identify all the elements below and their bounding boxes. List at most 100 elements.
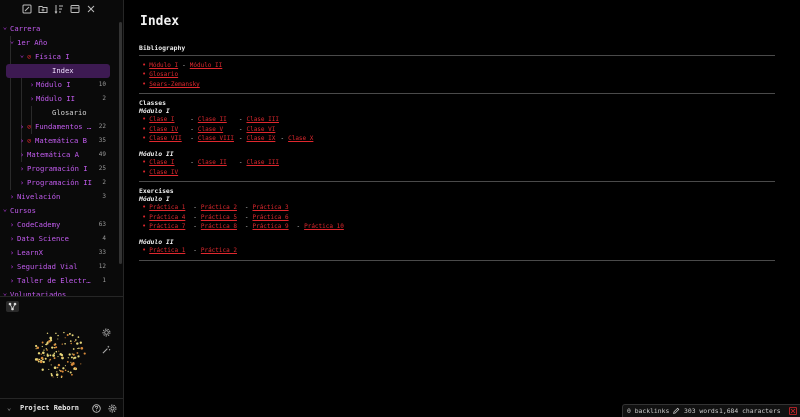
internal-link[interactable]: Práctica 9 xyxy=(252,222,292,231)
internal-link[interactable]: Práctica 1 xyxy=(149,203,189,212)
chevron-down-icon[interactable]: ⌄ xyxy=(1,202,9,216)
graph-node[interactable] xyxy=(71,334,74,337)
graph-node[interactable] xyxy=(80,346,84,350)
internal-link[interactable]: Clase II xyxy=(198,158,235,167)
graph-node[interactable] xyxy=(66,334,69,336)
backlinks-count[interactable]: 0 backlinks xyxy=(627,407,669,415)
graph-node[interactable] xyxy=(43,354,45,356)
graph-node[interactable] xyxy=(61,343,63,345)
internal-link[interactable]: Práctica 5 xyxy=(201,213,241,222)
graph-node[interactable] xyxy=(49,358,52,361)
graph-node[interactable] xyxy=(49,354,52,357)
tree-folder[interactable]: › Taller de Electrón… 1 xyxy=(0,274,118,288)
internal-link[interactable]: Clase IV xyxy=(149,125,186,134)
graph-node[interactable] xyxy=(72,362,75,365)
graph-node[interactable] xyxy=(76,352,79,354)
internal-link[interactable]: Clase X xyxy=(288,134,313,143)
internal-link[interactable]: Práctica 3 xyxy=(252,203,288,212)
graph-node[interactable] xyxy=(76,342,79,345)
chevron-down-icon[interactable]: ⌄ xyxy=(1,286,9,296)
internal-link[interactable]: Práctica 1 xyxy=(149,246,189,255)
tree-folder[interactable]: › LearnX 33 xyxy=(0,246,118,260)
chevron-right-icon[interactable]: › xyxy=(18,162,26,176)
graph-node[interactable] xyxy=(79,341,82,344)
graph-node[interactable] xyxy=(72,353,75,356)
graph-node[interactable] xyxy=(61,370,64,373)
gear-icon[interactable] xyxy=(101,327,112,338)
graph-node[interactable] xyxy=(46,332,49,335)
graph-node[interactable] xyxy=(73,356,75,359)
internal-link[interactable]: Glosario xyxy=(149,70,178,79)
sort-icon[interactable] xyxy=(54,4,64,14)
graph-node[interactable] xyxy=(45,348,47,350)
graph-node[interactable] xyxy=(55,350,58,353)
internal-link[interactable]: Módulo I xyxy=(149,61,178,70)
graph-node[interactable] xyxy=(49,336,53,340)
tree-folder[interactable]: › Seguridad Vial 12 xyxy=(0,260,118,274)
graph-view-icon[interactable] xyxy=(6,301,19,312)
graph-node[interactable] xyxy=(39,360,43,364)
tree-folder[interactable]: › ⊘ Fundamentos d… 22 xyxy=(0,120,118,134)
sync-icon[interactable] xyxy=(789,407,797,417)
graph-node[interactable] xyxy=(63,331,65,334)
graph-node[interactable] xyxy=(62,367,65,370)
help-icon[interactable] xyxy=(92,404,101,413)
graph-node[interactable] xyxy=(44,357,47,360)
chevron-right-icon[interactable]: › xyxy=(8,246,16,260)
graph-node[interactable] xyxy=(64,337,66,339)
internal-link[interactable]: Práctica 8 xyxy=(201,222,241,231)
graph-node[interactable] xyxy=(36,346,40,349)
graph-node[interactable] xyxy=(66,360,69,363)
chevron-down-icon[interactable]: ⌄ xyxy=(18,48,26,62)
graph-node[interactable] xyxy=(73,367,76,370)
internal-link[interactable]: Práctica 10 xyxy=(304,222,344,231)
graph-node[interactable] xyxy=(68,332,71,335)
graph-node[interactable] xyxy=(80,363,82,365)
graph-node[interactable] xyxy=(43,349,45,351)
new-note-icon[interactable] xyxy=(22,4,32,14)
internal-link[interactable]: Clase I xyxy=(149,158,186,167)
graph-node[interactable] xyxy=(41,368,44,371)
tree-folder[interactable]: ⌄ Carrera xyxy=(0,22,118,36)
tree-folder[interactable]: › Módulo II 2 xyxy=(0,92,118,106)
chevron-right-icon[interactable]: › xyxy=(8,274,16,288)
graph-node[interactable] xyxy=(78,347,80,350)
graph-node[interactable] xyxy=(60,376,63,379)
tree-folder[interactable]: › Programación I 25 xyxy=(0,162,118,176)
graph-node[interactable] xyxy=(53,366,57,370)
graph-node[interactable] xyxy=(52,376,54,378)
graph-node[interactable] xyxy=(48,360,50,362)
internal-link[interactable]: Sears-Zemansky xyxy=(149,80,200,89)
graph-node[interactable] xyxy=(41,345,43,348)
graph-node[interactable] xyxy=(45,343,47,346)
internal-link[interactable]: Clase IX xyxy=(246,134,276,143)
graph-node[interactable] xyxy=(57,338,59,340)
internal-link[interactable]: Clase III xyxy=(246,115,279,124)
internal-link[interactable]: Práctica 2 xyxy=(201,203,241,212)
graph-node[interactable] xyxy=(57,356,59,358)
vault-name[interactable]: Project Reborn xyxy=(20,404,79,412)
graph-node[interactable] xyxy=(57,334,59,337)
graph-node[interactable] xyxy=(70,342,72,345)
internal-link[interactable]: Práctica 6 xyxy=(252,213,288,222)
vault-switcher[interactable]: ⌄ Project Reborn xyxy=(0,398,124,417)
graph-node[interactable] xyxy=(64,365,66,367)
graph-node[interactable] xyxy=(70,356,73,359)
graph-node[interactable] xyxy=(53,343,56,346)
chevron-right-icon[interactable]: › xyxy=(8,232,16,246)
internal-link[interactable]: Módulo II xyxy=(190,61,223,70)
graph-node[interactable] xyxy=(60,353,64,357)
pencil-icon[interactable] xyxy=(672,407,680,417)
graph-node[interactable] xyxy=(59,369,61,371)
tree-folder[interactable]: ⌄ Voluntariados xyxy=(0,288,118,296)
local-graph-canvas[interactable] xyxy=(32,325,88,381)
close-icon[interactable] xyxy=(86,4,96,14)
graph-node[interactable] xyxy=(50,364,52,366)
internal-link[interactable]: Clase IV xyxy=(149,168,178,177)
tree-folder[interactable]: › Data Science 4 xyxy=(0,232,118,246)
graph-node[interactable] xyxy=(71,373,73,376)
graph-node[interactable] xyxy=(41,341,44,344)
tree-folder[interactable]: › Módulo I 10 xyxy=(0,78,118,92)
chevron-right-icon[interactable]: › xyxy=(18,176,26,190)
graph-node[interactable] xyxy=(48,340,51,343)
